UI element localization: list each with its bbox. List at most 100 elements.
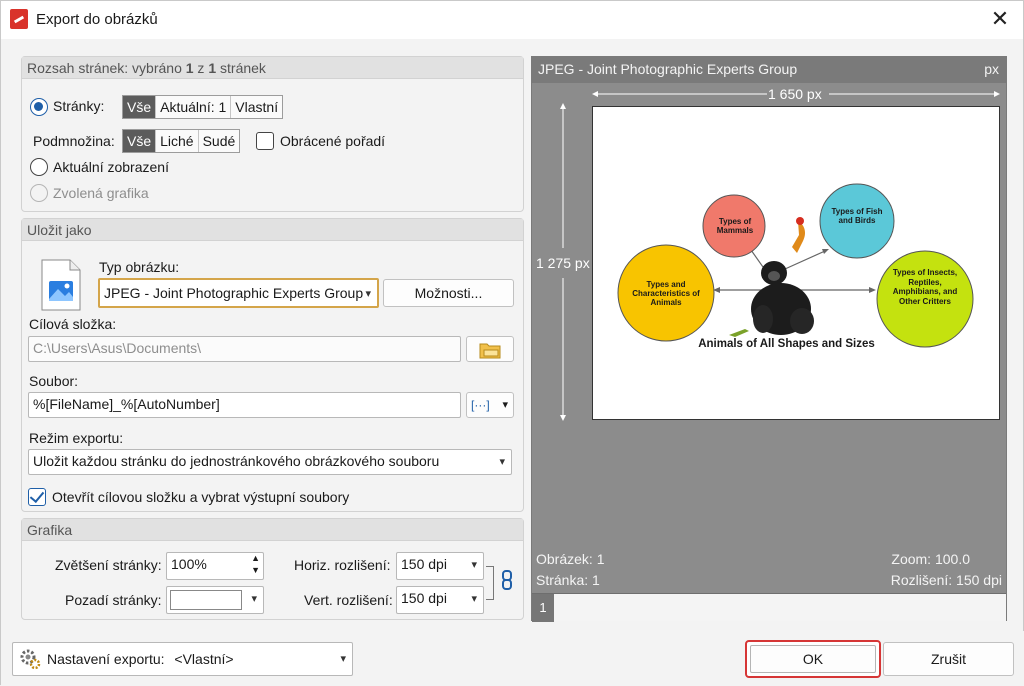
horizontal-resolution-value: 150 dpi xyxy=(401,556,447,572)
image-count: Obrázek: 1 xyxy=(536,551,605,567)
ok-button-label: OK xyxy=(750,645,876,673)
macro-icon: [···] xyxy=(471,398,490,412)
target-folder-label: Cílová složka: xyxy=(29,316,117,332)
range-total-count: 1 xyxy=(208,60,217,76)
pages-radio[interactable] xyxy=(30,98,48,116)
browse-folder-button[interactable] xyxy=(466,336,514,362)
close-icon: ✕ xyxy=(990,6,1010,31)
pages-custom-option[interactable]: Vlastní xyxy=(231,96,282,118)
open-folder-label: Otevřít cílovou složku a vybrat výstupní… xyxy=(52,489,350,505)
preview-panel: JPEG - Joint Photographic Experts Group … xyxy=(531,56,1007,622)
graphics-panel: Grafika Zvětšení stránky: 100% ▲ ▼ Pozad… xyxy=(21,518,524,620)
vertical-resolution-value: 150 dpi xyxy=(401,590,447,606)
lizard-icon xyxy=(729,329,749,337)
link-resolution-toggle[interactable] xyxy=(499,569,515,591)
animals-diagram xyxy=(617,183,974,348)
current-view-radio[interactable] xyxy=(30,158,48,176)
ok-button[interactable]: OK xyxy=(745,640,881,678)
selected-graphic-label: Zvolená grafika xyxy=(53,185,149,201)
target-folder-input[interactable]: C:\Users\Asus\Documents\ xyxy=(28,336,461,362)
chevron-down-icon: ▾ xyxy=(502,399,508,411)
color-swatch xyxy=(170,590,242,610)
page-thumbnail-1[interactable]: 1 xyxy=(532,594,554,622)
export-settings-select[interactable]: Nastavení exportu: <Vlastní> ▾ xyxy=(12,642,353,676)
save-as-header: Uložit jako xyxy=(22,219,523,241)
current-view-label: Aktuální zobrazení xyxy=(53,159,169,175)
horizontal-resolution-select[interactable]: 150 dpi ▾ xyxy=(396,552,484,580)
image-type-label: Typ obrázku: xyxy=(99,259,180,275)
background-color-select[interactable]: ▾ xyxy=(166,586,264,614)
page-range-header: Rozsah stránek: vybráno 1 z 1 stránek xyxy=(22,57,523,79)
pages-current-option[interactable]: Aktuální: 1 xyxy=(156,96,232,118)
title-bar: Export do obrázků ✕ xyxy=(1,1,1023,39)
subset-segment: Vše Liché Sudé xyxy=(122,129,241,153)
chevron-down-icon: ▾ xyxy=(471,559,477,571)
subset-odd-option[interactable]: Liché xyxy=(156,130,199,152)
gorilla-icon xyxy=(751,261,814,335)
zoom-info: Zoom: 100.0 xyxy=(891,551,970,567)
page-range-panel: Rozsah stránek: vybráno 1 z 1 stránek St… xyxy=(21,56,524,212)
parrot-icon xyxy=(792,217,806,253)
reverse-order-checkbox[interactable] xyxy=(256,132,274,150)
node-insects-label: Types of Insects, Reptiles, Amphibians, … xyxy=(892,268,958,306)
image-type-value: JPEG - Joint Photographic Experts Group xyxy=(104,285,364,301)
horizontal-resolution-label: Horiz. rozlišení: xyxy=(294,557,391,573)
zoom-spinner[interactable]: 100% ▲ ▼ xyxy=(166,552,264,580)
link-bracket xyxy=(486,566,494,600)
pages-all-option[interactable]: Vše xyxy=(123,96,157,118)
chevron-down-icon: ▾ xyxy=(340,653,346,665)
vertical-resolution-label: Vert. rozlišení: xyxy=(304,592,393,608)
file-macro-button[interactable]: [···] ▾ xyxy=(466,392,514,418)
file-name-input[interactable]: %[FileName]_%[AutoNumber] xyxy=(28,392,461,418)
window-title: Export do obrázků xyxy=(36,11,158,28)
save-as-panel: Uložit jako Typ obrázku: JPEG - Joint Ph… xyxy=(21,218,524,512)
subset-label: Podmnožina: xyxy=(33,133,115,149)
export-mode-label: Režim exportu: xyxy=(29,430,124,446)
selected-graphic-radio[interactable] xyxy=(30,184,48,202)
range-header-suffix: stránek xyxy=(216,60,266,76)
zoom-label: Zvětšení stránky: xyxy=(55,557,162,573)
spin-up-icon[interactable]: ▲ xyxy=(251,553,260,563)
page-count: Stránka: 1 xyxy=(536,572,600,588)
chevron-down-icon: ▾ xyxy=(471,593,477,605)
preview-unit: px xyxy=(984,61,999,77)
export-mode-value: Uložit každou stránku do jednostránkovéh… xyxy=(33,453,440,469)
chain-link-icon xyxy=(502,570,512,590)
node-characteristics-label: Types and Characteristics of Animals xyxy=(632,280,700,307)
preview-format: JPEG - Joint Photographic Experts Group xyxy=(538,61,798,77)
pages-label: Stránky: xyxy=(53,98,105,114)
background-label: Pozadí stránky: xyxy=(65,592,162,608)
chevron-down-icon: ▾ xyxy=(365,288,371,300)
resolution-info: Rozlišení: 150 dpi xyxy=(890,572,1002,588)
image-type-select[interactable]: JPEG - Joint Photographic Experts Group … xyxy=(98,278,379,308)
reverse-order-label: Obrácené pořadí xyxy=(280,133,386,149)
options-button[interactable]: Možnosti... xyxy=(383,279,514,307)
range-header-prefix: Rozsah stránek: vybráno xyxy=(27,60,186,76)
range-of-word: z xyxy=(193,60,209,76)
file-label: Soubor: xyxy=(29,373,79,389)
subset-all-option[interactable]: Vše xyxy=(123,130,157,152)
node-mammals-label: Types of Mammals xyxy=(716,217,754,235)
export-settings-value: <Vlastní> xyxy=(174,651,234,667)
export-settings-label: Nastavení exportu: xyxy=(47,651,165,667)
export-mode-select[interactable]: Uložit každou stránku do jednostránkovéh… xyxy=(28,449,512,475)
page-strip: 1 xyxy=(532,593,1006,622)
export-dialog: Export do obrázků ✕ Rozsah stránek: vybr… xyxy=(0,0,1024,686)
folder-icon xyxy=(479,343,501,359)
cancel-button[interactable]: Zrušit xyxy=(883,642,1014,676)
diagram-title: Animals of All Shapes and Sizes xyxy=(698,338,875,350)
image-file-icon xyxy=(40,259,82,311)
subset-even-option[interactable]: Sudé xyxy=(199,130,240,152)
pdf-app-icon xyxy=(10,9,28,29)
preview-header: JPEG - Joint Photographic Experts Group … xyxy=(532,57,1006,83)
vertical-resolution-select[interactable]: 150 dpi ▾ xyxy=(396,586,484,614)
spin-down-icon[interactable]: ▼ xyxy=(251,565,260,575)
node-fish-label: Types of Fish and Birds xyxy=(831,207,883,225)
chevron-down-icon: ▾ xyxy=(499,456,505,468)
open-folder-checkbox[interactable] xyxy=(28,488,46,506)
preview-width: 1 650 px xyxy=(768,86,822,102)
zoom-value: 100% xyxy=(171,556,207,572)
preview-height: 1 275 px xyxy=(536,255,590,271)
close-button[interactable]: ✕ xyxy=(985,5,1015,35)
range-selected-count: 1 xyxy=(185,60,194,76)
